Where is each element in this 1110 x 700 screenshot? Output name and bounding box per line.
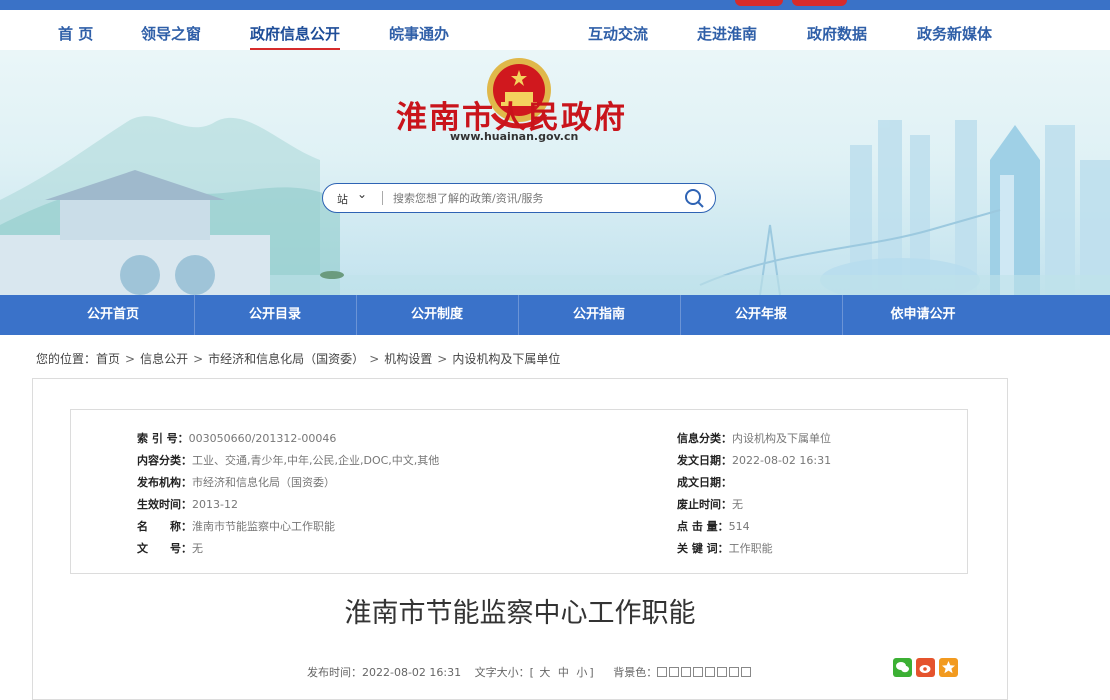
weibo-icon[interactable]	[916, 658, 935, 677]
article-meta-bar: 发布时间：2022-08-02 16:31 文字大小：[ 大 中 小] 背景色：	[307, 664, 753, 680]
top-pill-red-1[interactable]	[735, 0, 783, 6]
info-public-subnav: 公开首页 公开目录 公开制度 公开指南 公开年报 依申请公开	[0, 295, 1110, 335]
breadcrumb-separator: >	[437, 352, 448, 366]
meta-row: 废止时间：无	[677, 496, 743, 512]
banner-landscape-illustration	[0, 116, 1110, 295]
breadcrumb-link[interactable]: 市经济和信息化局（国资委）	[208, 352, 364, 366]
main-nav: 首 页 领导之窗 政府信息公开 皖事通办 互动交流 走进淮南 政府数据 政务新媒体	[0, 10, 1110, 50]
wechat-icon[interactable]	[893, 658, 912, 677]
breadcrumb-link[interactable]: 信息公开	[140, 352, 188, 366]
publish-time: 2022-08-02 16:31	[362, 666, 462, 679]
meta-key: 信息分类：	[677, 432, 732, 445]
meta-value: 淮南市节能监察中心工作职能	[192, 520, 335, 533]
top-utility-bar	[0, 0, 1110, 10]
breadcrumb-link[interactable]: 机构设置	[384, 352, 432, 366]
bg-swatch[interactable]	[729, 667, 740, 677]
publish-time-label: 发布时间：	[307, 666, 362, 679]
meta-row: 点 击 量：514	[677, 518, 750, 534]
meta-row: 信息分类：内设机构及下属单位	[677, 430, 831, 446]
subnav-item[interactable]: 依申请公开	[842, 295, 1004, 335]
meta-key: 废止时间：	[677, 498, 732, 511]
meta-key: 索 引 号：	[137, 432, 189, 445]
bg-swatch[interactable]	[741, 667, 752, 677]
meta-value: 无	[732, 498, 743, 511]
subnav-item[interactable]: 公开目录	[194, 295, 356, 335]
meta-value: 工作职能	[728, 542, 773, 555]
meta-row: 内容分类：工业、交通,青少年,中年,公民,企业,DOC,中文,其他	[137, 452, 439, 468]
meta-key: 发文日期：	[677, 454, 732, 467]
meta-row: 发布机构：市经济和信息化局（国资委）	[137, 474, 335, 490]
meta-key: 发布机构：	[137, 476, 192, 489]
favorite-icon[interactable]	[939, 658, 958, 677]
meta-value: 514	[728, 520, 750, 533]
main-nav-item[interactable]: 政府数据	[807, 23, 867, 44]
main-nav-item[interactable]: 首 页	[58, 23, 93, 44]
article-title: 淮南市节能监察中心工作职能	[344, 598, 696, 629]
article-container: 索 引 号：003050660/201312-00046 内容分类：工业、交通,青…	[32, 378, 1008, 700]
breadcrumb-separator: >	[193, 352, 204, 366]
meta-row: 索 引 号：003050660/201312-00046	[137, 430, 336, 446]
meta-key: 关 键 词：	[677, 542, 729, 555]
main-nav-item[interactable]: 政府信息公开	[250, 23, 340, 44]
search-bar: 站 ⌄	[322, 183, 716, 213]
subnav-item[interactable]: 公开年报	[680, 295, 842, 335]
bg-color-swatches	[657, 666, 753, 679]
subnav-item[interactable]: 公开指南	[518, 295, 680, 335]
meta-value: 无	[192, 542, 203, 555]
meta-value: 2013-12	[192, 498, 238, 511]
meta-value: 003050660/201312-00046	[188, 432, 337, 445]
meta-key: 生效时间：	[137, 498, 192, 511]
meta-value: 内设机构及下属单位	[732, 432, 831, 445]
metadata-table: 索 引 号：003050660/201312-00046 内容分类：工业、交通,青…	[70, 409, 968, 574]
meta-key: 内容分类：	[137, 454, 192, 467]
breadcrumb: 您的位置：首页 > 信息公开 > 市经济和信息化局（国资委） > 机构设置 > 内设机构及下属单…	[36, 350, 560, 367]
meta-value: 市经济和信息化局（国资委）	[192, 476, 335, 489]
breadcrumb-separator: >	[125, 352, 136, 366]
meta-value: 2022-08-02 16:31	[732, 454, 832, 467]
meta-row: 文 号：无	[137, 540, 203, 556]
bg-swatch[interactable]	[681, 667, 692, 677]
breadcrumb-link[interactable]: 首页	[96, 352, 120, 366]
main-nav-item[interactable]: 互动交流	[588, 23, 648, 44]
bg-swatch[interactable]	[705, 667, 716, 677]
meta-key: 文 号：	[137, 542, 192, 555]
bg-swatch[interactable]	[717, 667, 728, 677]
top-pill-red-2[interactable]	[792, 0, 847, 6]
background-color-label: 背景色：	[613, 666, 658, 679]
meta-key: 点 击 量：	[677, 520, 729, 533]
meta-row: 名 称：淮南市节能监察中心工作职能	[137, 518, 335, 534]
main-nav-item[interactable]: 皖事通办	[389, 23, 449, 44]
header-banner: 淮南市人民政府 www.huainan.gov.cn 站 ⌄	[0, 50, 1110, 295]
breadcrumb-separator: >	[369, 352, 380, 366]
meta-row: 关 键 词：工作职能	[677, 540, 773, 556]
font-size-small[interactable]: 小	[576, 666, 587, 679]
font-size-label: 文字大小：	[474, 666, 530, 679]
meta-key: 成文日期：	[677, 476, 732, 489]
font-size-medium[interactable]: 中	[558, 666, 569, 679]
bg-swatch[interactable]	[693, 667, 704, 677]
site-url: www.huainan.gov.cn	[450, 130, 579, 143]
main-nav-item[interactable]: 走进淮南	[697, 23, 757, 44]
font-size-large[interactable]: 大	[539, 666, 550, 679]
main-nav-item[interactable]: 领导之窗	[141, 23, 201, 44]
bg-swatch[interactable]	[657, 667, 668, 677]
subnav-item[interactable]: 公开首页	[32, 295, 194, 335]
subnav-item[interactable]: 公开制度	[356, 295, 518, 335]
meta-row: 发文日期：2022-08-02 16:31	[677, 452, 831, 468]
search-scope-select[interactable]: 站	[337, 191, 348, 207]
meta-value: 工业、交通,青少年,中年,公民,企业,DOC,中文,其他	[192, 454, 440, 467]
meta-row: 生效时间：2013-12	[137, 496, 238, 512]
chevron-down-icon[interactable]: ⌄	[357, 187, 367, 201]
meta-key: 名 称：	[137, 520, 192, 533]
meta-row: 成文日期：	[677, 474, 732, 490]
search-input[interactable]	[393, 188, 663, 208]
breadcrumb-prefix: 您的位置：	[36, 352, 97, 366]
main-nav-item[interactable]: 政务新媒体	[917, 23, 992, 44]
search-icon[interactable]	[683, 188, 705, 208]
breadcrumb-link[interactable]: 内设机构及下属单位	[452, 352, 560, 366]
bg-swatch[interactable]	[669, 667, 680, 677]
